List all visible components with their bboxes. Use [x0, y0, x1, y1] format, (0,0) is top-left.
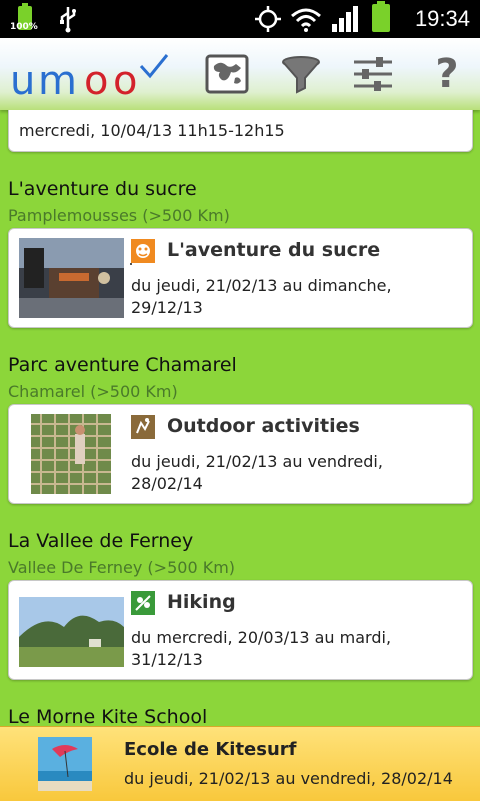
- event-photo: [19, 238, 124, 318]
- usb-icon: [60, 7, 76, 33]
- card-date: du jeudi, 21/02/13 au vendredi, 28/02/14: [131, 452, 383, 493]
- help-icon[interactable]: ?: [424, 52, 470, 96]
- card-title: Outdoor activities: [167, 415, 360, 437]
- card-title: Hiking: [167, 591, 236, 613]
- list-card[interactable]: Hiking du mercredi, 20/03/13 au mardi, 3…: [8, 580, 473, 680]
- filter-icon[interactable]: [278, 52, 324, 96]
- event-location: Vallee De Ferney (>500 Km): [8, 558, 236, 577]
- card-date: mercredi, 10/04/13 11h15-12h15: [19, 121, 285, 140]
- event-list[interactable]: mercredi, 10/04/13 11h15-12h15 L'aventur…: [0, 110, 480, 726]
- event-title: Le Morne Kite School: [8, 706, 208, 726]
- card-title: L'aventure du sucre: [167, 239, 381, 261]
- event-title: L'aventure du sucre: [8, 178, 197, 200]
- map-icon[interactable]: [204, 52, 250, 96]
- app-logo[interactable]: u m o o: [10, 52, 170, 104]
- featured-title: Ecole de Kitesurf: [124, 739, 297, 760]
- card-date: du mercredi, 20/03/13 au mardi, 31/12/13: [131, 628, 392, 669]
- card-date: du jeudi, 21/02/13 au dimanche, 29/12/13: [131, 276, 392, 317]
- event-location: Chamarel (>500 Km): [8, 382, 178, 401]
- event-title: Parc aventure Chamarel: [8, 354, 237, 376]
- status-bar: 100% 19:34: [0, 0, 480, 38]
- event-photo: [31, 414, 111, 494]
- museum-icon: [130, 239, 155, 265]
- battery-icon: [372, 1, 390, 32]
- event-photo: [19, 597, 124, 667]
- event-title: La Vallee de Ferney: [8, 530, 194, 552]
- event-location: Pamplemousses (>500 Km): [8, 206, 230, 225]
- settings-sliders-icon[interactable]: [350, 52, 396, 96]
- hiking-icon: [131, 591, 155, 615]
- list-card[interactable]: mercredi, 10/04/13 11h15-12h15: [8, 110, 473, 152]
- clock: 19:34: [414, 6, 470, 31]
- logo-check-icon: [139, 54, 169, 79]
- wifi-icon: [291, 8, 321, 32]
- list-card[interactable]: Outdoor activities du jeudi, 21/02/13 au…: [8, 404, 473, 504]
- featured-date: du jeudi, 21/02/13 au vendredi, 28/02/14: [124, 769, 453, 788]
- featured-banner[interactable]: Ecole de Kitesurf du jeudi, 21/02/13 au …: [0, 726, 480, 801]
- list-card[interactable]: L'aventure du sucre du jeudi, 21/02/13 a…: [8, 228, 473, 328]
- featured-photo: [38, 737, 92, 791]
- signal-icon: [332, 6, 358, 32]
- battery-percent: 100%: [10, 22, 38, 32]
- gps-icon: [255, 6, 281, 32]
- outdoor-icon: [131, 415, 155, 439]
- action-bar: u m o o ?: [0, 38, 480, 110]
